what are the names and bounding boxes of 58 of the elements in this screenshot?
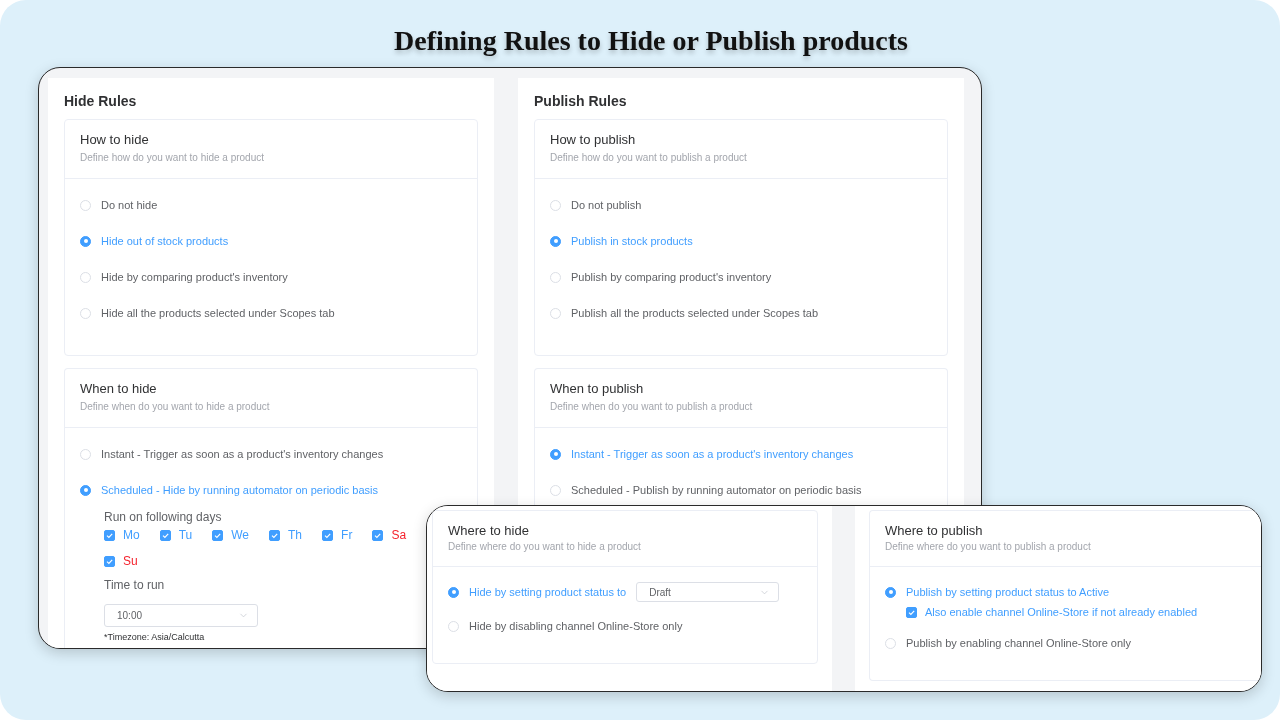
option-label: Instant - Trigger as soon as a product's inventory changes	[101, 447, 384, 461]
card-title: When to hide	[80, 380, 157, 398]
field-label: Time to run	[104, 577, 165, 593]
day-label: Sa	[391, 527, 407, 543]
option-label: Hide all the products selected under Scopes tab	[101, 306, 335, 320]
day-label: Fr	[341, 527, 353, 543]
checkbox[interactable]	[372, 529, 384, 541]
select-field[interactable]: Draft	[636, 582, 780, 602]
checkbox[interactable]	[159, 529, 171, 541]
panel-heading: Hide Rules	[64, 92, 137, 110]
day-label: Th	[288, 527, 303, 543]
radio-button[interactable]	[550, 448, 561, 460]
checkbox[interactable]	[104, 529, 115, 541]
option-label: Hide by setting product status to	[469, 585, 627, 599]
radio-button[interactable]	[550, 235, 561, 247]
option-label: Scheduled - Hide by running automator on periodic basis	[101, 483, 378, 497]
card-subtitle: Define when do you want to publish a product	[550, 400, 753, 414]
option-label: Scheduled - Publish by running automator on periodic basis	[571, 483, 862, 497]
checkbox[interactable]	[212, 529, 224, 541]
option-label: Publish all the products selected under Scopes tab	[571, 306, 819, 320]
page-title: Defining Rules to Hide or Publish products	[394, 25, 908, 57]
radio-button[interactable]	[80, 235, 91, 247]
card-subtitle: Define how do you want to hide a product	[80, 151, 264, 165]
option-label: Hide by comparing product's inventory	[101, 270, 288, 284]
option-label: Do not publish	[571, 198, 642, 212]
card-title: How to publish	[550, 131, 636, 149]
checkbox[interactable]	[269, 529, 281, 541]
day-label: Su	[123, 553, 138, 569]
option-label: Publish by setting product status to Active	[906, 585, 1109, 599]
card-subtitle: Define where do you want to publish a product	[885, 540, 1091, 554]
checkbox[interactable]	[906, 606, 917, 618]
option-label: Do not hide	[101, 198, 158, 212]
option-label: Publish by comparing product's inventory	[571, 270, 772, 284]
option-label: Publish in stock products	[571, 234, 693, 248]
timezone-note: *Timezone: Asia/Calcutta	[104, 632, 205, 643]
option-label: Hide out of stock products	[101, 234, 229, 248]
checkbox-label: Also enable channel Online-Store if not already enabled	[925, 605, 1198, 619]
day-label: Tu	[178, 527, 193, 543]
card-subtitle: Define where do you want to hide a product	[448, 540, 641, 554]
card-title: Where to hide	[448, 522, 529, 540]
radio-button[interactable]	[448, 586, 459, 598]
radio-button[interactable]	[80, 484, 91, 496]
checkbox[interactable]	[322, 529, 334, 541]
select-field[interactable]: 10:00	[104, 604, 258, 627]
day-label: Mo	[123, 527, 140, 543]
day-label: We	[231, 527, 250, 543]
option-label: Publish by enabling channel Online-Store only	[906, 636, 1132, 650]
card-subtitle: Define when do you want to hide a product	[80, 400, 270, 414]
option-label: Instant - Trigger as soon as a product's inventory changes	[571, 447, 854, 461]
panel-heading: Publish Rules	[534, 92, 627, 110]
card-title: When to publish	[550, 380, 644, 398]
card-title: How to hide	[80, 131, 149, 149]
field-label: Run on following days	[104, 509, 222, 525]
radio-button[interactable]	[885, 586, 896, 598]
option-label: Hide by disabling channel Online-Store only	[469, 619, 683, 633]
card-title: Where to publish	[885, 522, 983, 540]
card-subtitle: Define how do you want to publish a product	[550, 151, 747, 165]
checkbox[interactable]	[104, 555, 115, 567]
